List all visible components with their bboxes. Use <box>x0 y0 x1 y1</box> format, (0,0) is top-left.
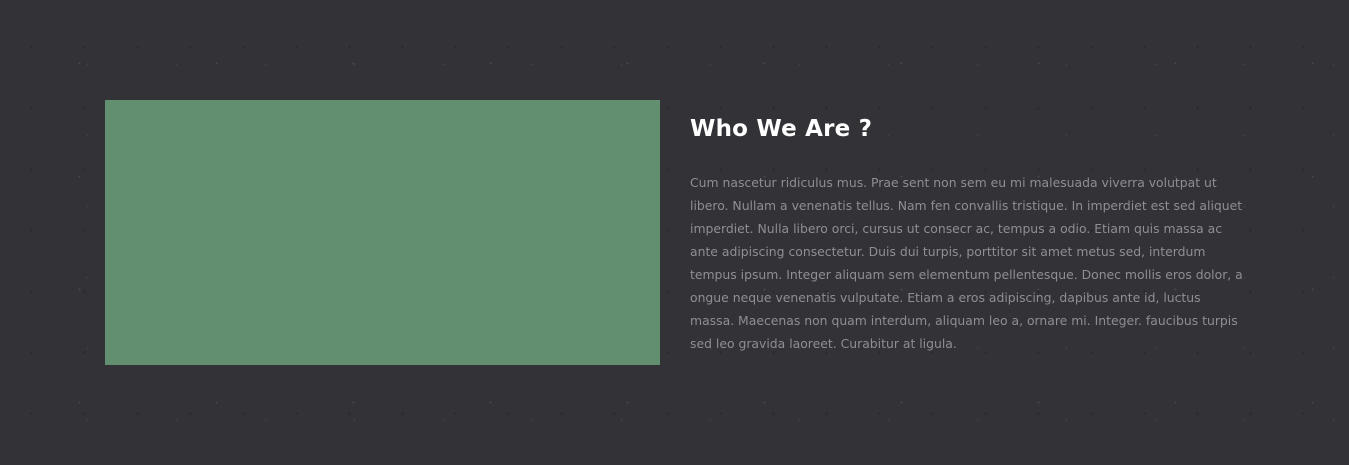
about-section: Who We Are ? Cum nascetur ridiculus mus.… <box>0 0 1349 465</box>
about-text-block: Who We Are ? Cum nascetur ridiculus mus.… <box>690 114 1250 355</box>
section-heading: Who We Are ? <box>690 116 873 142</box>
about-paragraph: Cum nascetur ridiculus mus. Prae sent no… <box>690 175 1243 351</box>
image-placeholder <box>105 100 660 365</box>
